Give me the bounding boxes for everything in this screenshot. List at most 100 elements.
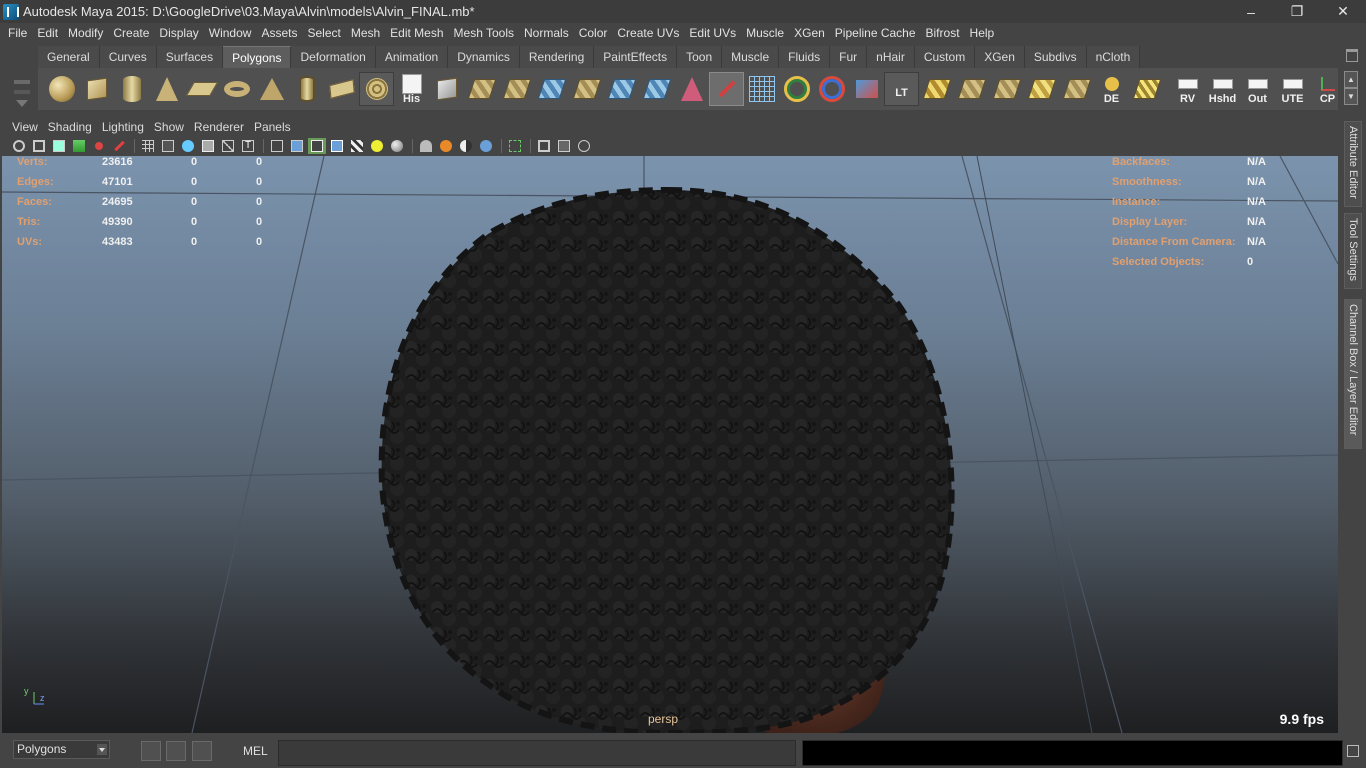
poly-cone-icon[interactable] [149, 72, 184, 106]
shelf-tab-curves[interactable]: Curves [99, 46, 157, 68]
poly-pipe-icon[interactable] [289, 72, 324, 106]
mel-command-input[interactable] [278, 740, 796, 766]
uv-sew-icon[interactable] [1024, 72, 1059, 106]
shelf-tab-ncloth[interactable]: nCloth [1086, 46, 1141, 68]
safe-title-icon[interactable]: T [239, 138, 257, 154]
tab-attribute-editor[interactable]: Attribute Editor [1344, 121, 1362, 207]
script-editor-button-icon[interactable] [1347, 745, 1359, 757]
tab-channel-box-layer-editor[interactable]: Channel Box / Layer Editor [1344, 299, 1362, 449]
menu-bifrost[interactable]: Bifrost [921, 23, 965, 44]
menu-set-selector[interactable]: Polygons [13, 740, 110, 759]
outliner-icon[interactable] [166, 741, 186, 761]
shelf-tab-fluids[interactable]: Fluids [779, 46, 831, 68]
restore-button[interactable]: ❐ [1274, 0, 1320, 23]
menu-pipeline-cache[interactable]: Pipeline Cache [830, 23, 921, 44]
history-icon[interactable]: His [394, 72, 429, 106]
grease-pencil-icon[interactable] [110, 138, 128, 154]
shelf-tab-rendering[interactable]: Rendering [519, 46, 595, 68]
shelf-tab-polygons[interactable]: Polygons [223, 46, 292, 68]
resolution-gate-icon[interactable] [179, 138, 197, 154]
menu-edit[interactable]: Edit [32, 23, 63, 44]
uv-cut-icon[interactable] [989, 72, 1024, 106]
shelf-tab-muscle[interactable]: Muscle [722, 46, 780, 68]
ambient-occlusion-icon[interactable] [457, 138, 475, 154]
smooth-shading-icon[interactable] [288, 138, 306, 154]
field-chart-icon[interactable] [219, 138, 237, 154]
shadows-icon[interactable] [388, 138, 406, 154]
frame-selected-icon[interactable] [555, 138, 573, 154]
isolate-select-icon[interactable] [506, 138, 524, 154]
menu-mesh-tools[interactable]: Mesh Tools [449, 23, 519, 44]
panel-menu-show[interactable]: Show [149, 120, 189, 134]
transfer-attributes-icon[interactable] [849, 72, 884, 106]
menu-normals[interactable]: Normals [519, 23, 574, 44]
poly-cube-icon[interactable] [79, 72, 114, 106]
transform-constraint-icon[interactable] [115, 741, 135, 761]
merge-icon[interactable] [534, 72, 569, 106]
shelf-scroll[interactable]: ▲ ▼ [1344, 71, 1358, 107]
shelf-tab-deformation[interactable]: Deformation [291, 46, 376, 68]
menu-help[interactable]: Help [965, 23, 1000, 44]
offset-edge-loop-icon[interactable] [639, 72, 674, 106]
shelf-tab-nhair[interactable]: nHair [867, 46, 915, 68]
menu-mesh[interactable]: Mesh [346, 23, 385, 44]
tab-tool-settings[interactable]: Tool Settings [1344, 213, 1362, 289]
shelf-scroll-up-icon[interactable]: ▲ [1344, 71, 1358, 88]
shelf-tab-toon[interactable]: Toon [677, 46, 723, 68]
menu-file[interactable]: File [3, 23, 32, 44]
panel-menu-renderer[interactable]: Renderer [189, 120, 249, 134]
extrude-icon[interactable] [429, 72, 464, 106]
two-d-pan-zoom-icon[interactable] [90, 138, 108, 154]
frame-all-icon[interactable] [535, 138, 553, 154]
menu-display[interactable]: Display [154, 23, 203, 44]
uv-grid-icon[interactable] [1129, 72, 1164, 106]
poly-sphere-icon[interactable] [44, 72, 79, 106]
wireframe-shading-icon[interactable] [268, 138, 286, 154]
wireframe-on-shaded-icon[interactable] [308, 137, 326, 154]
wireframe-cube-icon[interactable] [744, 72, 779, 106]
split-poly-icon[interactable] [569, 72, 604, 106]
panel-menu-lighting[interactable]: Lighting [97, 120, 149, 134]
use-all-lights-icon[interactable] [368, 138, 386, 154]
high-quality-icon[interactable] [417, 138, 435, 154]
gate-mask-icon[interactable] [199, 138, 217, 154]
trash-icon[interactable] [1346, 49, 1358, 62]
uv-layout-icon[interactable] [919, 72, 954, 106]
out-script-icon[interactable]: Out [1240, 72, 1275, 106]
append-polygon-icon[interactable] [324, 72, 359, 106]
close-button[interactable]: ✕ [1320, 0, 1366, 23]
textured-icon[interactable] [328, 138, 346, 154]
panel-menu-view[interactable]: View [7, 120, 43, 134]
uv-select-icon[interactable] [1059, 72, 1094, 106]
insert-edge-loop-icon[interactable] [604, 72, 639, 106]
perspective-viewport[interactable]: Verts: 23616 0 0 Edges: 47101 0 0 Faces:… [2, 156, 1338, 733]
shelf-tab-animation[interactable]: Animation [375, 46, 449, 68]
menu-edit-mesh[interactable]: Edit Mesh [385, 23, 448, 44]
poly-torus-icon[interactable] [219, 72, 254, 106]
command-language-label[interactable]: MEL [243, 744, 268, 758]
cp-script-icon[interactable]: CP [1310, 72, 1345, 106]
ute-script-icon[interactable]: UTE [1275, 72, 1310, 106]
menu-create[interactable]: Create [108, 23, 154, 44]
manipulator-icon[interactable] [575, 138, 593, 154]
menu-window[interactable]: Window [204, 23, 257, 44]
menu-modify[interactable]: Modify [63, 23, 108, 44]
shelf-scroll-down-icon[interactable]: ▼ [1344, 88, 1358, 105]
smooth-icon[interactable] [359, 72, 394, 106]
bookmarks-icon[interactable] [50, 138, 68, 154]
anti-aliasing-icon[interactable] [477, 138, 495, 154]
de-script-icon[interactable]: DE [1094, 72, 1129, 106]
shelf-tab-surfaces[interactable]: Surfaces [156, 46, 224, 68]
paint-brush-icon[interactable] [709, 72, 744, 106]
poly-cylinder-icon[interactable] [114, 72, 149, 106]
film-gate-icon[interactable] [159, 138, 177, 154]
bridge-icon[interactable] [499, 72, 534, 106]
motion-blur-icon[interactable] [437, 138, 455, 154]
shelf-tab-fur[interactable]: Fur [830, 46, 868, 68]
menu-xgen[interactable]: XGen [789, 23, 830, 44]
panel-menu-panels[interactable]: Panels [249, 120, 296, 134]
menu-muscle[interactable]: Muscle [741, 23, 789, 44]
menu-edit-uvs[interactable]: Edit UVs [684, 23, 741, 44]
sculpt-geometry-icon[interactable] [779, 72, 814, 106]
camera-attributes-icon[interactable] [30, 138, 48, 154]
